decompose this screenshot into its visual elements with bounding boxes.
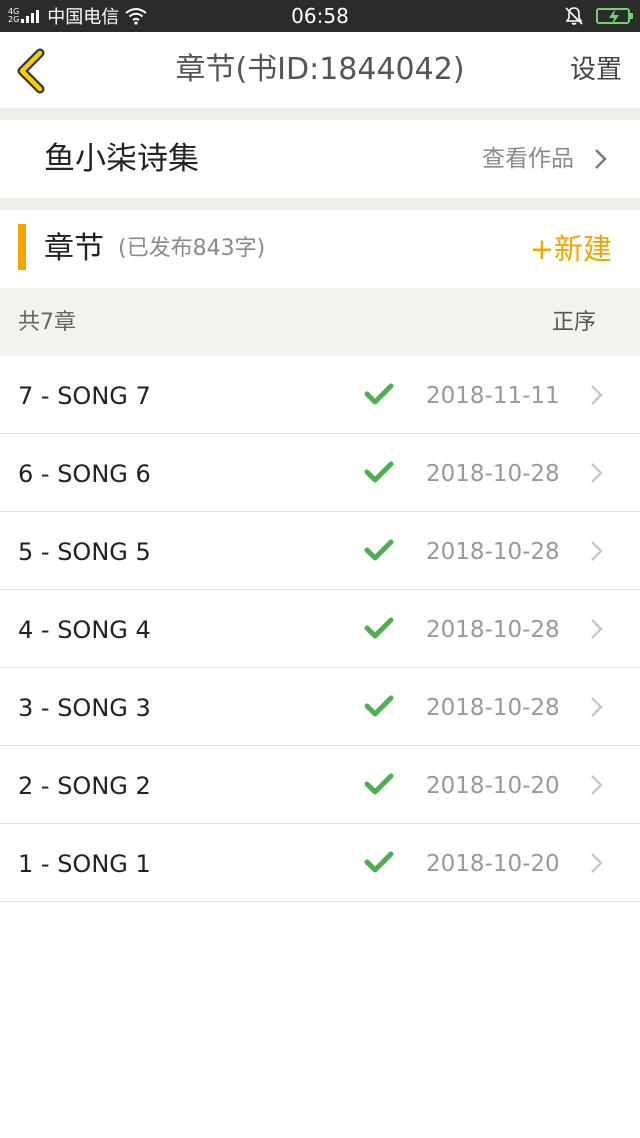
chapter-row[interactable]: 7 - SONG 7 2018-11-11 bbox=[0, 356, 640, 434]
book-row[interactable]: 鱼小柒诗集 查看作品 bbox=[0, 120, 640, 198]
checkmark-icon bbox=[364, 383, 394, 405]
checkmark-icon bbox=[364, 617, 394, 639]
new-chapter-button[interactable]: +新建 bbox=[530, 210, 612, 288]
checkmark-icon bbox=[364, 539, 394, 561]
status-time: 06:58 bbox=[291, 4, 349, 28]
chapter-row[interactable]: 4 - SONG 4 2018-10-28 bbox=[0, 590, 640, 668]
chapter-date: 2018-10-20 bbox=[426, 851, 560, 877]
chapters-header: 章节 (已发布843字) +新建 bbox=[0, 210, 640, 286]
divider bbox=[0, 198, 640, 210]
chevron-right-icon bbox=[591, 853, 603, 873]
chapter-date: 2018-10-28 bbox=[426, 617, 560, 643]
chevron-right-icon bbox=[591, 385, 603, 405]
view-works-link[interactable]: 查看作品 bbox=[482, 120, 574, 198]
chevron-right-icon bbox=[591, 697, 603, 717]
accent-bar bbox=[18, 224, 26, 270]
chapters-summary: 共7章 正序 bbox=[0, 288, 640, 356]
chapter-date: 2018-10-28 bbox=[426, 539, 560, 565]
chevron-right-icon bbox=[591, 463, 603, 483]
chapter-name: 2 - SONG 2 bbox=[18, 772, 151, 800]
chapter-name: 3 - SONG 3 bbox=[18, 694, 151, 722]
chapter-row[interactable]: 6 - SONG 6 2018-10-28 bbox=[0, 434, 640, 512]
chapter-total: 共7章 bbox=[18, 310, 76, 335]
status-right bbox=[564, 0, 633, 32]
chapter-name: 1 - SONG 1 bbox=[18, 850, 151, 878]
nav-bar: 章节(书ID:1844042) 设置 bbox=[0, 32, 640, 108]
chapter-name: 5 - SONG 5 bbox=[18, 538, 151, 566]
book-name: 鱼小柒诗集 bbox=[44, 141, 199, 177]
checkmark-icon bbox=[364, 461, 394, 483]
chapter-list: 7 - SONG 7 2018-11-11 6 - SONG 6 2018-10… bbox=[0, 356, 640, 902]
chapter-row[interactable]: 5 - SONG 5 2018-10-28 bbox=[0, 512, 640, 590]
chapter-date: 2018-11-11 bbox=[426, 383, 560, 409]
chapter-date: 2018-10-28 bbox=[426, 695, 560, 721]
chapter-name: 6 - SONG 6 bbox=[18, 460, 151, 488]
chevron-right-icon bbox=[591, 619, 603, 639]
settings-button[interactable]: 设置 bbox=[570, 32, 622, 108]
chapter-row[interactable]: 3 - SONG 3 2018-10-28 bbox=[0, 668, 640, 746]
sort-order-toggle[interactable]: 正序 bbox=[552, 288, 596, 358]
bell-muted-icon bbox=[565, 7, 583, 25]
page-title: 章节(书ID:1844042) bbox=[175, 52, 465, 87]
chapter-name: 4 - SONG 4 bbox=[18, 616, 151, 644]
divider bbox=[0, 108, 640, 120]
battery-charging-icon bbox=[596, 8, 633, 25]
chevron-right-icon bbox=[595, 149, 607, 169]
chapter-date: 2018-10-20 bbox=[426, 773, 560, 799]
checkmark-icon bbox=[364, 851, 394, 873]
chapter-row[interactable]: 2 - SONG 2 2018-10-20 bbox=[0, 746, 640, 824]
checkmark-icon bbox=[364, 773, 394, 795]
chapter-date: 2018-10-28 bbox=[426, 461, 560, 487]
chapter-name: 7 - SONG 7 bbox=[18, 382, 151, 410]
checkmark-icon bbox=[364, 695, 394, 717]
chapters-published-count: (已发布843字) bbox=[118, 236, 266, 261]
chapter-row[interactable]: 1 - SONG 1 2018-10-20 bbox=[0, 824, 640, 902]
chapters-title: 章节 bbox=[44, 231, 104, 266]
status-bar: 4G 2G 中国电信 06:58 bbox=[0, 0, 640, 32]
chevron-right-icon bbox=[591, 775, 603, 795]
chevron-right-icon bbox=[591, 541, 603, 561]
